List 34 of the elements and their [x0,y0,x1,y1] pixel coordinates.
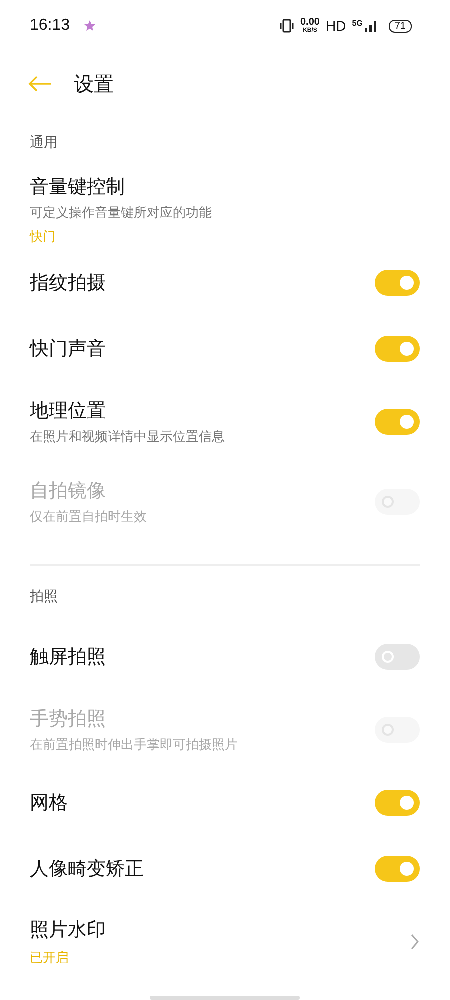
chevron-right-icon[interactable] [410,934,420,950]
setting-label[interactable]: 网格 [30,790,68,816]
vibrate-icon [278,19,294,33]
setting-label[interactable]: 人像畸变矫正 [30,856,144,882]
section-header: 通用 [29,134,59,153]
setting-label[interactable]: 地理位置 [30,398,225,424]
speed-value: 0.00 [300,18,320,28]
signal-icon [364,20,377,32]
toggle-switch[interactable] [375,644,420,670]
section-header: 拍照 [29,588,59,607]
toggle-switch[interactable] [375,336,420,362]
status-time: 16:13 [30,17,70,35]
setting-label[interactable]: 照片水印 [30,917,106,943]
toggle-switch[interactable] [375,270,420,296]
hd-indicator: HD [326,18,346,34]
setting-description: 在照片和视频详情中显示位置信息 [30,429,225,446]
network-type: 5G [352,18,363,28]
star-icon [84,20,96,32]
setting-label[interactable]: 快门声音 [30,336,106,362]
home-indicator[interactable] [150,996,300,1000]
setting-value: 已开启 [30,950,70,967]
toggle-switch[interactable] [375,790,420,816]
setting-description: 仅在前置自拍时生效 [30,509,147,526]
back-icon[interactable] [28,75,52,93]
setting-label[interactable]: 触屏拍照 [30,644,106,670]
toggle-switch[interactable] [375,856,420,882]
setting-value: 快门 [30,229,57,246]
setting-description: 在前置拍照时伸出手掌即可拍摄照片 [30,737,238,754]
page-title: 设置 [74,70,114,98]
toggle-switch[interactable] [375,409,420,435]
setting-label[interactable]: 音量键控制 [30,174,212,200]
setting-label[interactable]: 指纹拍摄 [30,270,106,296]
battery-level: 71 [388,20,412,32]
setting-description: 可定义操作音量键所对应的功能 [30,205,212,222]
